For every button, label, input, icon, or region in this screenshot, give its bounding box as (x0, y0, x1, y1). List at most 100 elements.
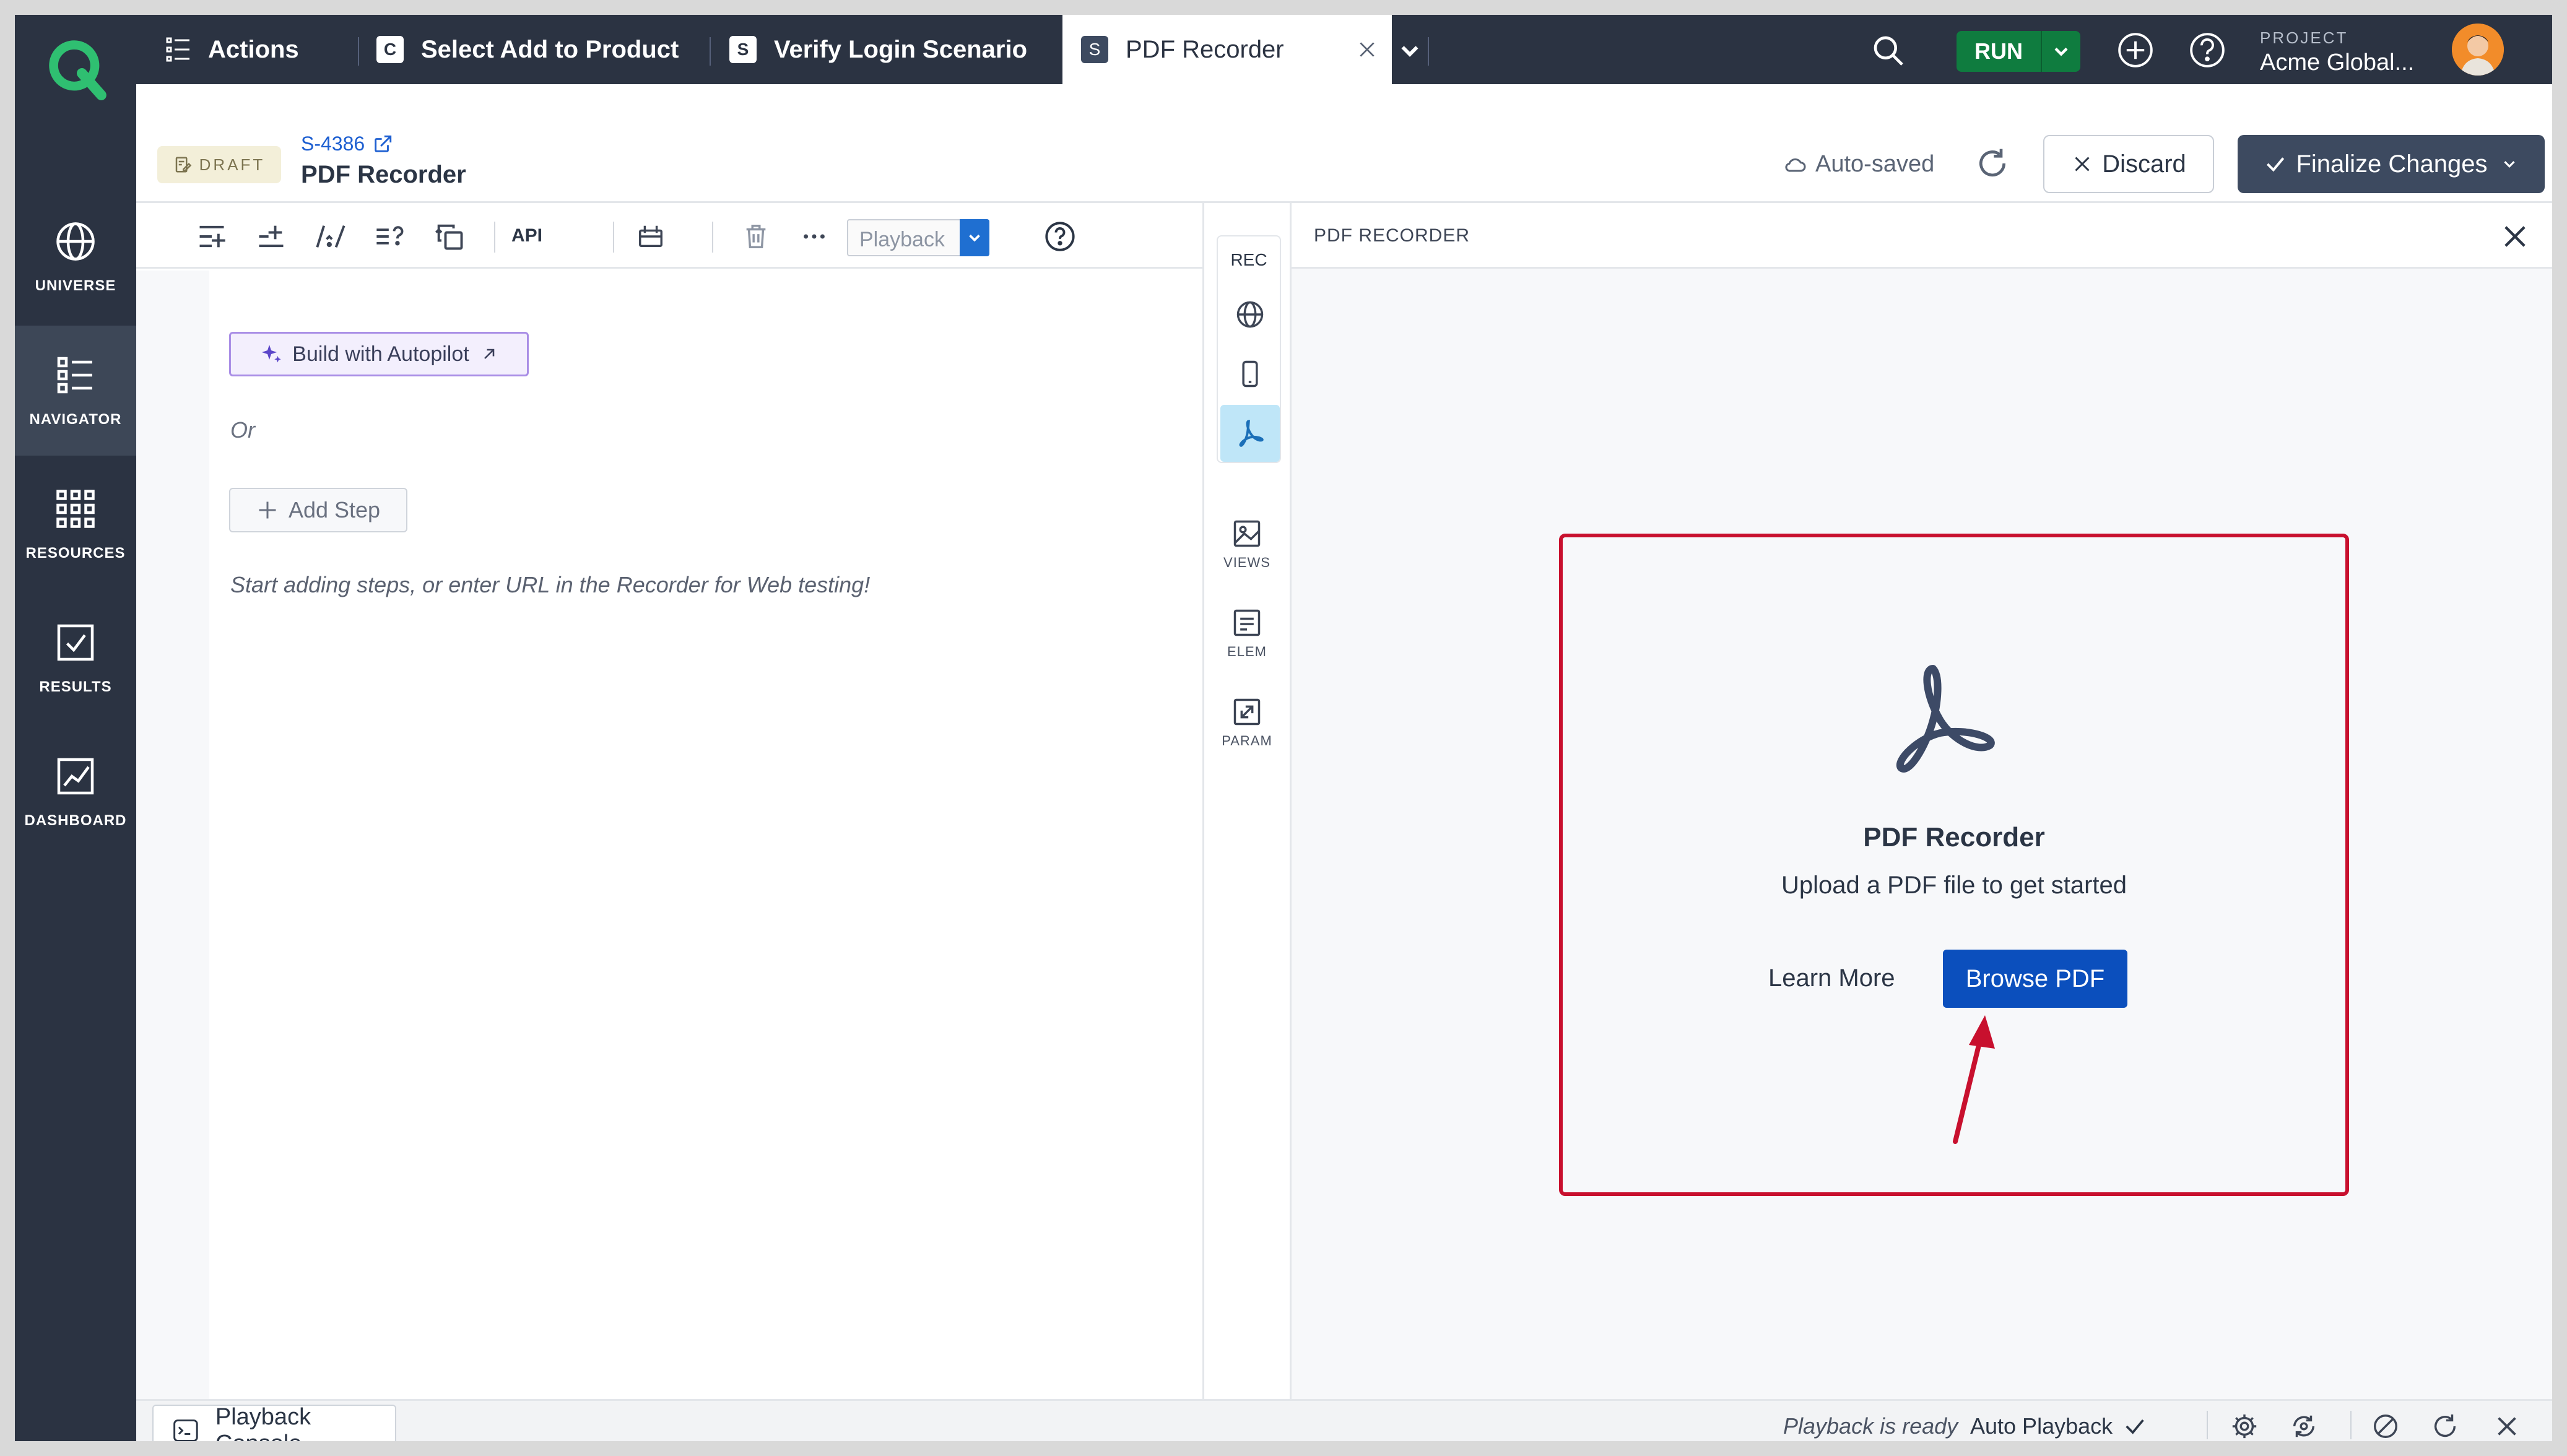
search-icon[interactable] (1871, 33, 1906, 68)
views-tool[interactable]: VIEWS (1204, 518, 1290, 571)
playback-select[interactable]: Playback (847, 219, 989, 256)
nav-item-results[interactable]: RESULTS (15, 593, 136, 723)
autosaved-status: Auto-saved (1783, 151, 1934, 178)
more-icon[interactable] (800, 220, 828, 253)
copy-step-icon[interactable] (433, 220, 466, 253)
add-step-below-icon[interactable] (255, 220, 287, 253)
project-selector[interactable]: Acme Global... (2260, 50, 2414, 76)
pdf-recorder-subtitle: Upload a PDF file to get started (1781, 872, 2127, 899)
check-icon (2126, 1419, 2144, 1434)
check-icon (2267, 157, 2285, 172)
run-label: RUN (1974, 38, 2023, 64)
checkbox-icon (57, 624, 94, 661)
autopilot-label: Build with Autopilot (292, 342, 469, 366)
swap-arrows-icon (1233, 698, 1261, 726)
close-icon[interactable] (2499, 220, 2531, 253)
chevron-down-icon[interactable] (1396, 33, 1424, 68)
edit-note-icon (175, 157, 191, 173)
nav-label: UNIVERSE (35, 277, 116, 294)
tab-verify-login-scenario[interactable]: S Verify Login Scenario (729, 15, 1051, 84)
pdf-recorder-button[interactable] (1220, 405, 1280, 462)
tab-type-badge: S (729, 36, 757, 63)
element-list-icon (1233, 609, 1261, 636)
help-icon[interactable] (1044, 220, 1076, 253)
auto-playback-toggle[interactable]: Auto Playback (1970, 1413, 2147, 1439)
recorder-mode-group: REC (1217, 235, 1281, 463)
tab-divider (710, 37, 711, 66)
trash-icon[interactable] (742, 220, 770, 253)
nav-item-dashboard[interactable]: DASHBOARD (15, 727, 136, 857)
acrobat-icon (1239, 420, 1264, 447)
sparkle-icon (262, 345, 282, 363)
autosaved-label: Auto-saved (1815, 151, 1935, 177)
cloud-icon (1785, 158, 1806, 172)
nav-label: RESOURCES (25, 545, 126, 561)
finalize-changes-button[interactable]: Finalize Changes (2238, 135, 2545, 193)
refresh-icon[interactable] (1975, 146, 2010, 181)
playback-status: Playback is ready (1783, 1413, 1958, 1439)
grid-icon (56, 490, 95, 528)
mobile-recorder-button[interactable] (1220, 345, 1280, 402)
page-title: PDF Recorder (301, 161, 466, 188)
close-icon[interactable] (1357, 40, 1377, 59)
discard-label: Discard (2102, 150, 2186, 178)
mobile-icon (1242, 360, 1258, 388)
add-step-above-icon[interactable] (196, 220, 228, 253)
close-icon[interactable] (2493, 1412, 2521, 1441)
api-step-button[interactable]: API (511, 225, 542, 246)
line-gutter (136, 271, 209, 1399)
step-editor: API Playback Build with Autopilot Or Add… (136, 203, 1202, 1399)
group-step-icon[interactable] (636, 220, 665, 253)
help-icon[interactable] (2188, 31, 2226, 69)
nav-item-universe[interactable]: UNIVERSE (15, 192, 136, 322)
run-dropdown[interactable] (2041, 31, 2080, 72)
block-icon[interactable] (2371, 1412, 2400, 1441)
image-icon (1233, 520, 1261, 547)
tab-type-badge: S (1081, 36, 1108, 63)
chevron-down-icon (2054, 47, 2068, 56)
rec-label: REC (1230, 250, 1267, 269)
story-id-link[interactable]: S-4386 (301, 132, 393, 155)
add-step-label: Add Step (288, 497, 381, 522)
add-circle-icon[interactable] (2116, 31, 2155, 69)
globe-icon (1236, 301, 1264, 328)
tab-select-add-to-product[interactable]: C Select Add to Product (376, 15, 698, 84)
refresh-icon[interactable] (2431, 1412, 2459, 1441)
learn-more-link[interactable]: Learn More (1768, 964, 1895, 992)
parameters-tool[interactable]: PARAM (1204, 696, 1290, 749)
custom-code-icon[interactable] (315, 220, 347, 253)
replay-camera-icon[interactable] (2290, 1412, 2318, 1441)
elements-tool[interactable]: ELEM (1204, 607, 1290, 660)
qmetry-logo[interactable] (45, 36, 109, 100)
web-recorder-button[interactable] (1220, 286, 1280, 343)
tab-label: Actions (208, 35, 299, 63)
playback-console-tab[interactable]: Playback Console (152, 1404, 396, 1441)
build-with-autopilot-button[interactable]: Build with Autopilot (229, 332, 529, 376)
settings-gear-icon[interactable] (2230, 1412, 2259, 1441)
external-link-icon (375, 135, 392, 152)
tab-divider (1428, 37, 1429, 66)
tab-pdf-recorder[interactable]: S PDF Recorder (1062, 15, 1392, 84)
close-icon (2075, 157, 2090, 171)
nav-label: DASHBOARD (24, 812, 127, 829)
browse-pdf-button[interactable]: Browse PDF (1943, 950, 2127, 1008)
or-separator: Or (230, 417, 255, 443)
avatar[interactable] (2452, 24, 2504, 76)
tab-actions[interactable]: Actions (149, 15, 353, 84)
app-window: UNIVERSE NAVIGATOR RESOURCES RESULTS DAS… (15, 15, 2552, 1441)
elements-label: ELEM (1227, 644, 1267, 659)
toolbar-divider (613, 222, 614, 253)
panel-header: PDF RECORDER (1292, 203, 2552, 269)
list-icon (57, 357, 92, 394)
annotation-arrow (1953, 1015, 1995, 1144)
nav-item-resources[interactable]: RESOURCES (15, 459, 136, 589)
add-step-button[interactable]: Add Step (229, 488, 407, 532)
run-button[interactable]: RUN (1957, 31, 2080, 72)
discard-button[interactable]: Discard (2043, 135, 2214, 193)
story-header: DRAFT S-4386 PDF Recorder Auto-saved Dis… (136, 84, 2552, 203)
nav-item-navigator[interactable]: NAVIGATOR (15, 326, 136, 456)
story-id: S-4386 (301, 132, 365, 155)
condition-icon[interactable] (374, 220, 406, 253)
playback-dropdown[interactable] (960, 219, 989, 256)
plus-icon (259, 501, 276, 519)
